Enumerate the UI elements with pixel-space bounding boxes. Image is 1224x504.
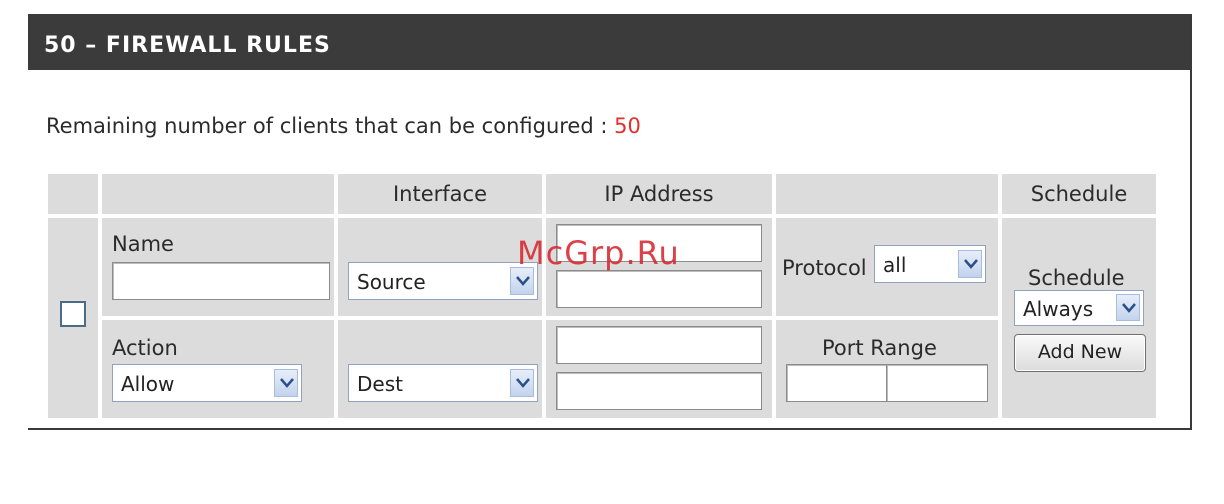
source-interface-cell: Source: [338, 218, 542, 316]
source-interface-value: Source: [357, 270, 426, 294]
chevron-down-icon[interactable]: [1116, 294, 1140, 321]
column-header-ip-address: IP Address: [546, 174, 772, 214]
action-value: Allow: [121, 372, 175, 396]
rule-enable-checkbox[interactable]: [60, 301, 86, 327]
source-interface-select[interactable]: Source: [348, 262, 538, 300]
remaining-label: Remaining number of clients that can be …: [46, 114, 615, 138]
action-select[interactable]: Allow: [112, 364, 302, 402]
chevron-down-icon[interactable]: [510, 267, 534, 295]
select-cell: [48, 218, 98, 418]
header-cell-protocol: [776, 174, 998, 214]
schedule-select[interactable]: Always: [1014, 290, 1144, 326]
action-cell: Action Allow: [102, 320, 334, 418]
schedule-value: Always: [1023, 297, 1094, 321]
port-start-input[interactable]: [786, 364, 888, 402]
dest-ip-start-input[interactable]: [556, 326, 762, 364]
dest-interface-select[interactable]: Dest: [348, 364, 538, 402]
dest-interface-value: Dest: [357, 372, 403, 396]
port-range-cell: Port Range: [776, 320, 998, 418]
remaining-count: 50: [614, 114, 641, 138]
schedule-label: Schedule: [1028, 266, 1125, 290]
column-header-interface: Interface: [338, 174, 542, 214]
schedule-cell: Schedule Always Add New: [1002, 218, 1156, 418]
chevron-down-icon[interactable]: [274, 369, 298, 397]
port-end-input[interactable]: [886, 364, 988, 402]
protocol-cell: Protocol all: [776, 218, 998, 316]
port-range-label: Port Range: [822, 336, 937, 360]
dest-interface-cell: Dest: [338, 320, 542, 418]
name-input[interactable]: [112, 262, 330, 300]
chevron-down-icon[interactable]: [510, 369, 534, 397]
remaining-clients-text: Remaining number of clients that can be …: [46, 114, 641, 138]
protocol-value: all: [883, 253, 907, 277]
firewall-rules-table: Interface IP Address Schedule Name Sourc…: [44, 170, 1160, 422]
chevron-down-icon[interactable]: [958, 250, 982, 278]
header-cell-name: [102, 174, 334, 214]
protocol-select[interactable]: all: [874, 245, 986, 283]
protocol-label: Protocol: [782, 256, 867, 280]
dest-ip-cell: [546, 320, 772, 418]
header-cell-checkbox: [48, 174, 98, 214]
add-new-button[interactable]: Add New: [1014, 334, 1146, 372]
source-ip-end-input[interactable]: [556, 270, 762, 308]
source-ip-cell: [546, 218, 772, 316]
column-header-schedule: Schedule: [1002, 174, 1156, 214]
dest-ip-end-input[interactable]: [556, 372, 762, 410]
source-ip-start-input[interactable]: [556, 224, 762, 262]
name-label: Name: [112, 232, 174, 256]
firewall-rules-panel: 50 – FIREWALL RULES Remaining number of …: [28, 14, 1192, 430]
section-header: 50 – FIREWALL RULES: [28, 14, 1190, 70]
action-label: Action: [112, 336, 178, 360]
name-cell: Name: [102, 218, 334, 316]
